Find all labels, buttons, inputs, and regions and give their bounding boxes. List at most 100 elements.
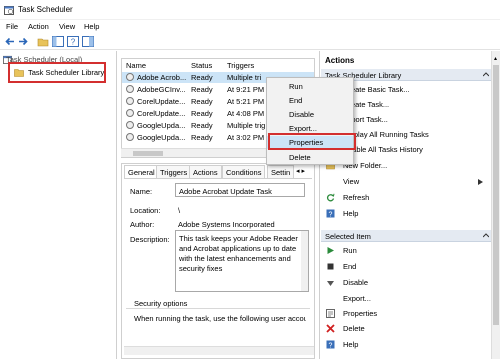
task-name: Adobe Acrob...	[137, 73, 187, 82]
task-icon	[126, 121, 134, 129]
tab-general[interactable]: General	[124, 165, 159, 178]
run-action[interactable]: Run	[323, 244, 491, 258]
svg-text:?: ?	[329, 342, 333, 349]
export-action[interactable]: Export...	[323, 292, 491, 306]
menu-bar: File Action View Help	[0, 20, 500, 33]
task-status: Ready	[191, 97, 213, 106]
menu-action[interactable]: Action	[28, 22, 49, 31]
tab-conditions[interactable]: Conditions	[222, 165, 266, 178]
task-name-field[interactable]: Adobe Acrobat Update Task	[175, 183, 305, 197]
security-options-header: Security options	[134, 299, 188, 308]
delete-action[interactable]: Delete	[323, 322, 491, 336]
task-name: CorelUpdate...	[137, 109, 186, 118]
task-name: CorelUpdate...	[137, 97, 186, 106]
tab-actions[interactable]: Actions	[189, 165, 222, 178]
task-triggers: At 4:08 PM e	[227, 109, 267, 118]
task-icon	[126, 133, 134, 141]
back-arrow-icon[interactable]	[4, 36, 16, 47]
scrollbar-thumb[interactable]	[493, 65, 499, 325]
task-icon	[126, 85, 134, 93]
context-menu-delete[interactable]: Delete	[267, 151, 353, 164]
section-header-selected-item[interactable]: Selected Item	[321, 230, 492, 242]
task-status: Ready	[191, 85, 213, 94]
section-title: Selected Item	[325, 232, 371, 241]
description-scrollbar[interactable]	[301, 231, 308, 291]
svg-text:?: ?	[329, 211, 333, 218]
author-label: Author:	[130, 220, 155, 229]
scrollbar-thumb[interactable]	[133, 151, 163, 156]
show-hide-console-tree-icon[interactable]	[52, 36, 64, 47]
refresh-icon	[326, 193, 335, 202]
help-icon[interactable]: ?	[67, 36, 79, 47]
context-menu-disable[interactable]: Disable	[267, 108, 353, 121]
red-highlight-library	[8, 62, 106, 83]
end-icon	[327, 263, 334, 270]
menu-file[interactable]: File	[6, 22, 18, 31]
properties-action[interactable]: Properties	[323, 307, 491, 321]
author-value: Adobe Systems Incorporated	[178, 220, 275, 229]
menu-view[interactable]: View	[59, 22, 75, 31]
tab-divider	[124, 178, 312, 179]
task-status: Ready	[191, 73, 213, 82]
submenu-arrow-icon	[478, 179, 483, 185]
red-highlight-properties	[268, 133, 356, 150]
details-horizontal-scrollbar[interactable]	[124, 346, 314, 355]
title-bar: Task Scheduler	[0, 0, 500, 20]
context-menu-end[interactable]: End	[267, 94, 353, 107]
actions-vertical-scrollbar[interactable]: ▴	[491, 51, 500, 359]
folder-up-icon[interactable]	[37, 36, 49, 47]
column-header-status[interactable]: Status	[191, 61, 212, 70]
task-name: GoogleUpda...	[137, 133, 186, 142]
task-status: Ready	[191, 121, 213, 130]
security-divider	[126, 308, 310, 309]
name-label: Name:	[130, 187, 153, 196]
run-icon	[327, 247, 334, 254]
delete-icon	[326, 324, 335, 333]
help-action-selected[interactable]: ? Help	[323, 338, 491, 352]
show-hide-action-pane-icon[interactable]	[82, 36, 94, 47]
description-label: Description:	[130, 235, 170, 244]
menu-help[interactable]: Help	[84, 22, 99, 31]
help-icon: ?	[326, 340, 335, 349]
task-scheduler-app-icon	[4, 6, 14, 15]
context-menu-run[interactable]: Run	[267, 80, 353, 93]
task-triggers: Multiple trig	[227, 121, 266, 130]
location-label: Location:	[130, 206, 161, 215]
task-status: Ready	[191, 133, 213, 142]
task-status: Ready	[191, 109, 213, 118]
window-title: Task Scheduler	[18, 5, 73, 14]
column-header-name[interactable]: Name	[126, 61, 146, 70]
task-triggers: At 9:21 PM e	[227, 85, 267, 94]
svg-text:?: ?	[71, 38, 76, 47]
task-icon	[126, 97, 134, 105]
description-field[interactable]: This task keeps your Adobe Reader and Ac…	[175, 230, 309, 292]
task-triggers: At 3:02 PM e	[227, 133, 267, 142]
help-action[interactable]: ? Help	[323, 207, 491, 221]
collapse-arrow-icon	[483, 233, 489, 238]
end-action[interactable]: End	[323, 260, 491, 274]
column-header-triggers[interactable]: Triggers	[227, 61, 254, 70]
task-details-pane: General Triggers Actions Conditions Sett…	[121, 163, 315, 359]
disable-icon	[327, 281, 334, 286]
actions-header: Actions	[325, 56, 355, 65]
disable-action[interactable]: Disable	[323, 276, 491, 290]
tab-settings[interactable]: Settin	[267, 165, 295, 178]
context-menu: Run End Disable Export... Properties Del…	[266, 77, 354, 165]
view-action[interactable]: View	[323, 175, 491, 189]
location-value: \	[178, 206, 181, 215]
tab-scroll-arrows[interactable]: ◂ ▸	[296, 167, 312, 176]
task-name: AdobeGCInv...	[137, 85, 186, 94]
task-icon	[126, 109, 134, 117]
refresh-action[interactable]: Refresh	[323, 191, 491, 205]
console-tree-pane: Task Scheduler (Local) Task Scheduler Li…	[0, 51, 117, 359]
task-triggers: Multiple tri	[227, 73, 262, 82]
task-icon	[126, 73, 134, 81]
security-text: When running the task, use the following…	[134, 314, 306, 323]
tab-triggers[interactable]: Triggers	[156, 165, 192, 178]
forward-arrow-icon[interactable]	[17, 36, 29, 47]
description-value: This task keeps your Adobe Reader and Ac…	[179, 234, 298, 273]
properties-icon	[326, 309, 335, 318]
collapse-arrow-icon	[483, 72, 489, 77]
scroll-up-arrow-icon[interactable]: ▴	[494, 55, 499, 62]
help-icon: ?	[326, 209, 335, 218]
